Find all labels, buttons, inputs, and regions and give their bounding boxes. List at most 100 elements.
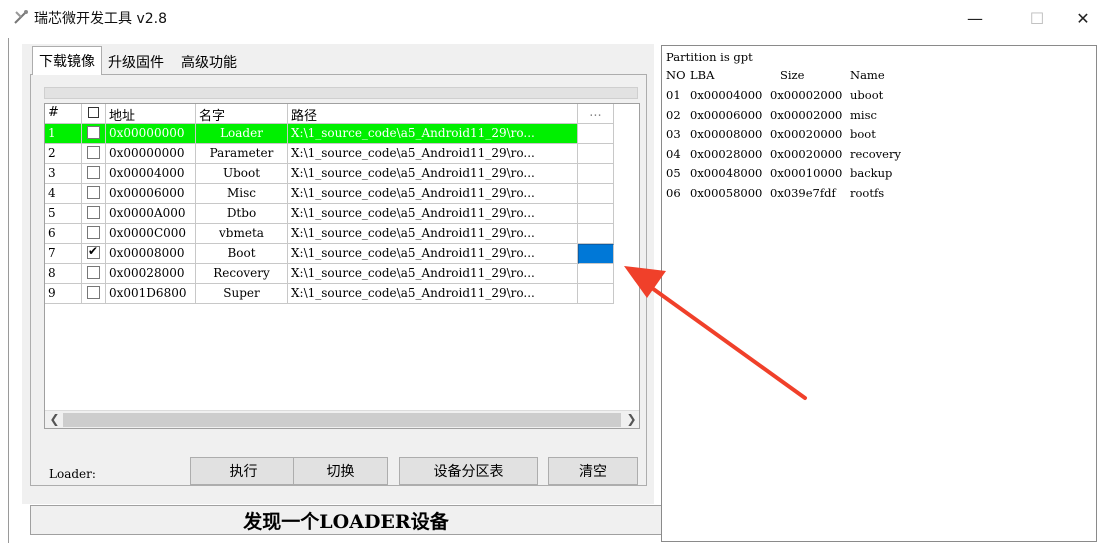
row-path[interactable]: X:\1_source_code\a5_Android11_29\ro... xyxy=(288,144,578,164)
tab-advanced[interactable]: 高级功能 xyxy=(175,48,243,74)
clear-button[interactable]: 清空 xyxy=(548,457,638,485)
row-address[interactable]: 0x00000000 xyxy=(106,144,196,164)
scroll-thumb[interactable] xyxy=(63,413,621,427)
partition-name: misc xyxy=(850,107,877,122)
row-path[interactable]: X:\1_source_code\a5_Android11_29\ro... xyxy=(288,184,578,204)
row-name[interactable]: Super xyxy=(196,284,288,304)
row-address[interactable]: 0x00000000 xyxy=(106,124,196,144)
row-name[interactable]: Parameter xyxy=(196,144,288,164)
checkbox-icon[interactable] xyxy=(87,146,100,159)
checkbox-icon[interactable] xyxy=(87,286,100,299)
row-name[interactable]: Dtbo xyxy=(196,204,288,224)
partition-name: backup xyxy=(850,166,893,180)
partition-name: boot xyxy=(850,127,876,141)
row-checkbox[interactable] xyxy=(82,244,106,264)
status-bar: 发现一个LOADER设备 xyxy=(30,505,662,535)
row-path[interactable]: X:\1_source_code\a5_Android11_29\ro... xyxy=(288,244,578,264)
row-address[interactable]: 0x00028000 xyxy=(106,264,196,284)
row-name[interactable]: Recovery xyxy=(196,264,288,284)
row-path[interactable]: X:\1_source_code\a5_Android11_29\ro... xyxy=(288,284,578,304)
table-row[interactable]: 1 0x00000000 Loader X:\1_source_code\a5_And… xyxy=(45,124,614,144)
row-address[interactable]: 0x001D6800 xyxy=(106,284,196,304)
row-address[interactable]: 0x00004000 xyxy=(106,164,196,184)
row-checkbox[interactable] xyxy=(82,204,106,224)
checkbox-icon[interactable] xyxy=(87,226,100,239)
scroll-left-icon[interactable]: ❮ xyxy=(46,412,63,428)
row-browse-button[interactable] xyxy=(578,204,614,224)
row-checkbox[interactable] xyxy=(82,124,106,144)
table-row[interactable]: 3 0x00004000 Uboot X:\1_source_code\a5_Andr… xyxy=(45,164,614,184)
partition-lba: 0x00048000 xyxy=(690,166,763,180)
row-checkbox[interactable] xyxy=(82,284,106,304)
row-checkbox[interactable] xyxy=(82,164,106,184)
table-row[interactable]: 2 0x00000000 Parameter X:\1_source_code\a5_… xyxy=(45,144,614,164)
row-browse-button[interactable] xyxy=(578,124,614,144)
row-browse-button[interactable] xyxy=(578,264,614,284)
horizontal-scrollbar[interactable]: ❮ ❯ xyxy=(45,410,639,428)
partition-no: 01 xyxy=(666,88,681,102)
title-bar: 瑞芯微开发工具 v2.8 — ☐ ✕ xyxy=(0,0,1108,34)
row-address[interactable]: 0x0000C000 xyxy=(106,224,196,244)
checkbox-icon[interactable] xyxy=(87,186,100,199)
row-path[interactable]: X:\1_source_code\a5_Android11_29\ro... xyxy=(288,264,578,284)
table-row[interactable]: 4 0x00006000 Misc X:\1_source_code\a5_Andro… xyxy=(45,184,614,204)
partition-header: NO LBA Size Name xyxy=(666,68,885,82)
partition-lba: 0x00006000 xyxy=(690,107,763,122)
checkbox-icon[interactable] xyxy=(87,166,100,179)
row-checkbox[interactable] xyxy=(82,224,106,244)
table-row[interactable]: 9 0x001D6800 Super X:\1_source_code\a5_Andr… xyxy=(45,284,614,304)
maximize-button[interactable]: ☐ xyxy=(1014,4,1060,32)
checkbox-icon[interactable] xyxy=(87,206,100,219)
partition-size: 0x00002000 xyxy=(770,88,843,102)
row-browse-button[interactable] xyxy=(578,244,614,264)
table-top-strip xyxy=(44,87,638,99)
table-row[interactable]: 5 0x0000A000 Dtbo X:\1_source_code\a5_Andro… xyxy=(45,204,614,224)
close-button[interactable]: ✕ xyxy=(1060,4,1106,32)
partition-table-button[interactable]: 设备分区表 xyxy=(399,457,538,485)
checkbox-icon[interactable] xyxy=(87,244,100,259)
partition-header-lba: LBA xyxy=(690,68,715,82)
row-number: 8 xyxy=(45,264,82,284)
row-path[interactable]: X:\1_source_code\a5_Android11_29\ro... xyxy=(288,124,578,144)
row-name[interactable]: Uboot xyxy=(196,164,288,184)
table-row[interactable]: 6 0x0000C000 vbmeta X:\1_source_code\a5_And… xyxy=(45,224,614,244)
execute-button[interactable]: 执行 xyxy=(190,457,297,485)
tab-upgrade-firmware[interactable]: 升级固件 xyxy=(102,48,170,74)
partition-row: 05 0x00048000 0x00010000 backup xyxy=(666,166,892,180)
row-number: 4 xyxy=(45,184,82,204)
partition-no: 02 xyxy=(666,107,681,122)
partition-lba: 0x00058000 xyxy=(690,185,763,200)
loader-label: Loader: xyxy=(49,467,96,481)
row-browse-button[interactable] xyxy=(578,224,614,244)
row-address[interactable]: 0x0000A000 xyxy=(106,204,196,224)
row-checkbox[interactable] xyxy=(82,264,106,284)
row-checkbox[interactable] xyxy=(82,184,106,204)
row-browse-button[interactable] xyxy=(578,284,614,304)
row-browse-button[interactable] xyxy=(578,144,614,164)
minimize-button[interactable]: — xyxy=(952,4,998,32)
row-name[interactable]: Loader xyxy=(196,124,288,144)
row-number: 6 xyxy=(45,224,82,244)
table-row[interactable]: 8 0x00028000 Recovery X:\1_source_code\a5_A… xyxy=(45,264,614,284)
row-path[interactable]: X:\1_source_code\a5_Android11_29\ro... xyxy=(288,224,578,244)
partition-row: 06 0x00058000 0x039e7fdf rootfs xyxy=(666,186,884,200)
checkbox-icon[interactable] xyxy=(87,266,100,279)
row-address[interactable]: 0x00008000 xyxy=(106,244,196,264)
row-path[interactable]: X:\1_source_code\a5_Android11_29\ro... xyxy=(288,204,578,224)
tab-download-image[interactable]: 下载镜像 xyxy=(32,46,102,75)
checkbox-icon[interactable] xyxy=(87,126,100,139)
row-address[interactable]: 0x00006000 xyxy=(106,184,196,204)
table-row[interactable]: 7 0x00008000BootX:\1_source_code\a5_Andro… xyxy=(45,244,614,264)
row-checkbox[interactable] xyxy=(82,144,106,164)
row-name[interactable]: vbmeta xyxy=(196,224,288,244)
select-all-checkbox[interactable] xyxy=(82,104,106,124)
switch-button[interactable]: 切换 xyxy=(293,457,388,485)
partition-row: 03 0x00008000 0x00020000 boot xyxy=(666,127,876,141)
scroll-right-icon[interactable]: ❯ xyxy=(623,412,639,428)
partition-lba: 0x00004000 xyxy=(690,88,763,102)
row-name[interactable]: Misc xyxy=(196,184,288,204)
row-path[interactable]: X:\1_source_code\a5_Android11_29\ro... xyxy=(288,164,578,184)
row-name[interactable]: Boot xyxy=(196,244,288,264)
row-browse-button[interactable] xyxy=(578,184,614,204)
row-browse-button[interactable] xyxy=(578,164,614,184)
